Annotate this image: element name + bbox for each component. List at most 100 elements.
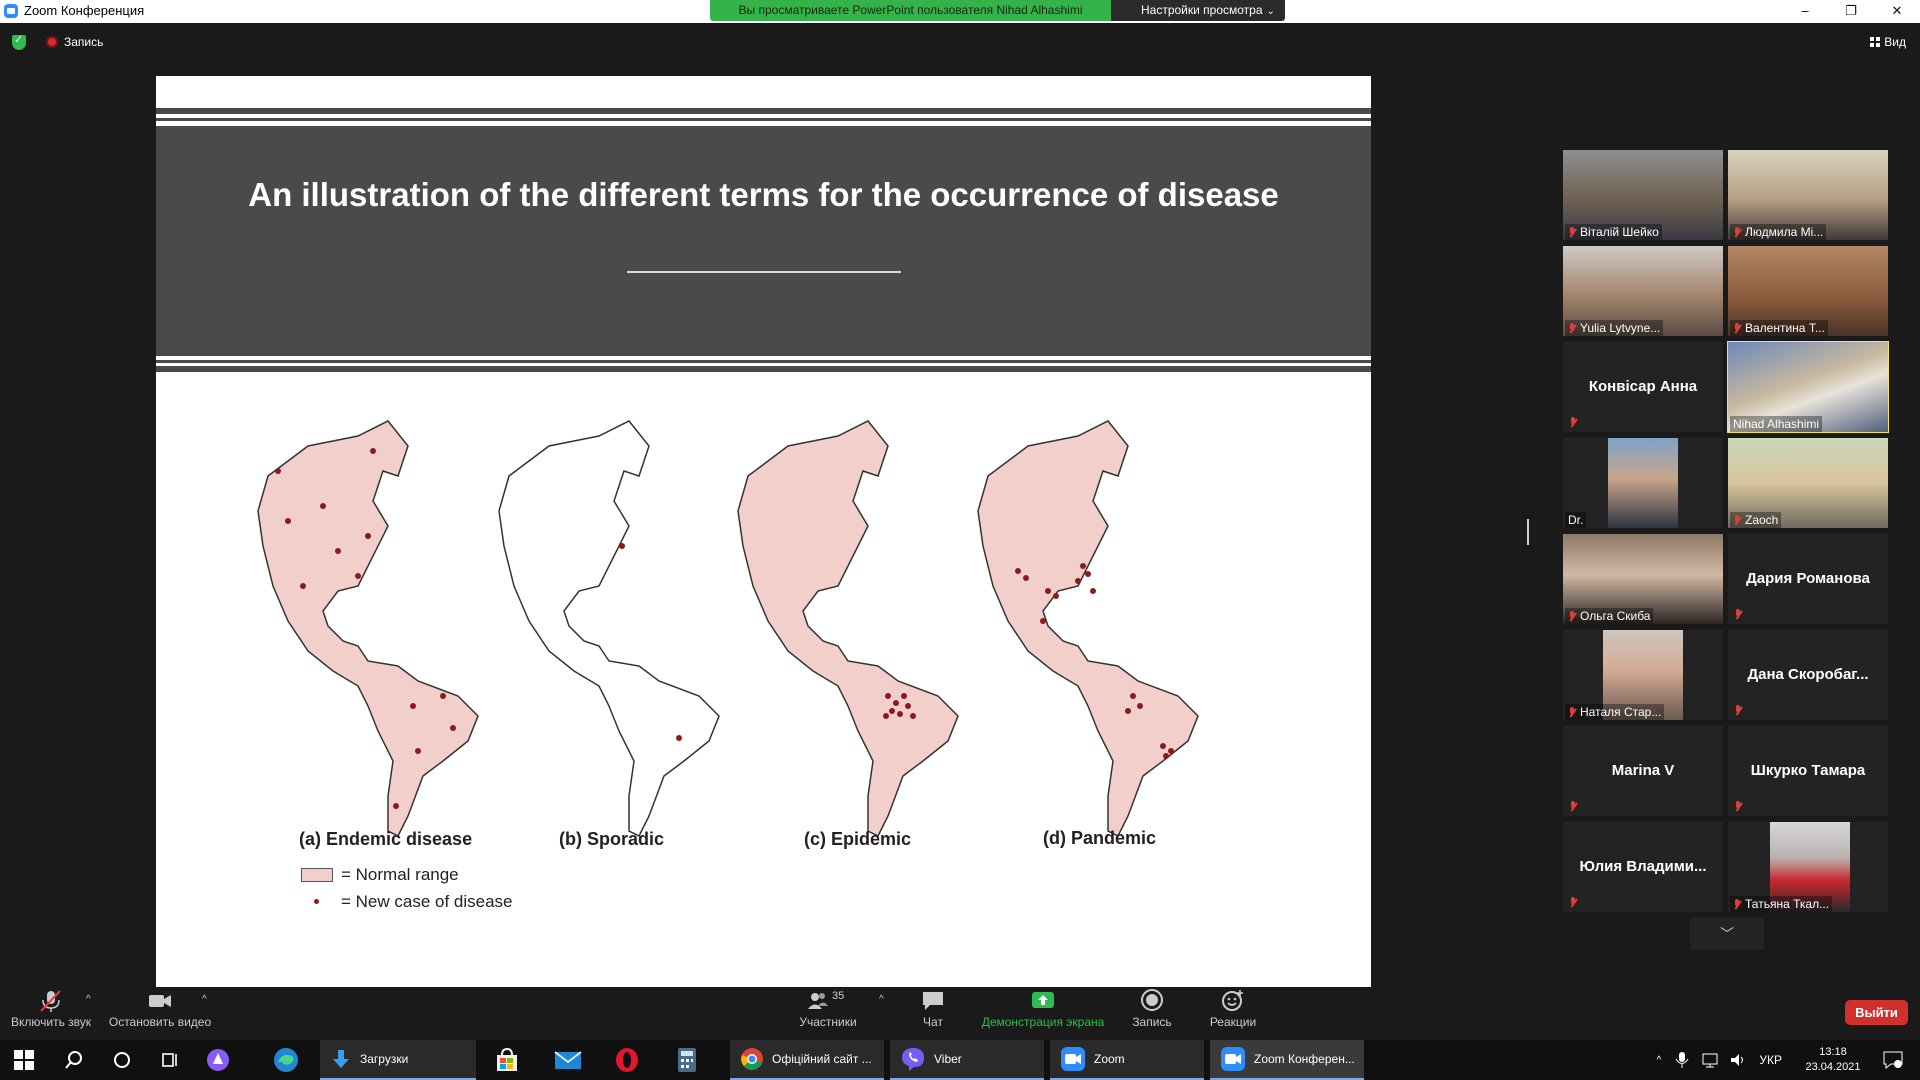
participant-name-text: Валентина Т... <box>1745 321 1825 335</box>
close-button[interactable]: ✕ <box>1874 0 1920 23</box>
maximize-button[interactable]: ❐ <box>1828 0 1874 23</box>
participant-tile[interactable]: Віталій Шейко <box>1563 150 1723 240</box>
slide-top-stripe <box>156 108 1371 114</box>
participant-tile-active-speaker[interactable]: Nihad Alhashimi <box>1727 341 1889 433</box>
store-bag-icon <box>497 1047 517 1071</box>
mic-muted-large-icon <box>38 988 64 1014</box>
participant-name-text: Татьяна Ткал... <box>1745 897 1830 911</box>
microphone-tray-icon[interactable] <box>1675 1051 1689 1069</box>
downloads-label: Загрузки <box>360 1052 409 1066</box>
window-title-bar: Zoom Конференция Вы просматриваете Power… <box>0 0 1920 23</box>
participant-tile[interactable]: Дана Скоробаг... <box>1728 630 1888 720</box>
volume-icon[interactable] <box>1729 1052 1747 1068</box>
opera-button[interactable] <box>606 1040 650 1080</box>
chat-button[interactable]: Чат <box>910 988 956 1029</box>
cortana-button[interactable] <box>100 1040 144 1080</box>
label-sporadic: (b) Sporadic <box>559 829 665 849</box>
mail-button[interactable] <box>546 1040 590 1080</box>
input-language[interactable]: УКР <box>1759 1053 1782 1067</box>
mic-muted-icon <box>1568 226 1577 238</box>
video-options-caret-icon[interactable]: ^ <box>202 994 207 1005</box>
participant-tile[interactable]: Конвісар Анна <box>1563 342 1723 432</box>
network-icon[interactable] <box>1701 1052 1719 1068</box>
start-button[interactable] <box>2 1040 46 1080</box>
participant-tile[interactable]: Дария Романова <box>1728 534 1888 624</box>
slide-mid-stripe-thick <box>156 366 1371 372</box>
mic-muted-icon <box>1733 226 1742 238</box>
edge-button[interactable] <box>264 1040 308 1080</box>
participant-name-text: Людмила Мі... <box>1745 225 1824 239</box>
chat-bubble-icon <box>920 988 946 1014</box>
calculator-button[interactable] <box>666 1040 710 1080</box>
minimize-button[interactable]: – <box>1782 0 1828 23</box>
tray-overflow-caret-icon[interactable]: ^ <box>1657 1055 1662 1066</box>
leave-meeting-button[interactable]: Выйти <box>1845 1000 1908 1025</box>
participant-name-large: Marina V <box>1611 762 1675 779</box>
download-arrow-icon <box>333 1050 349 1068</box>
app-title: Zoom Конференция <box>4 3 144 18</box>
participant-tile[interactable]: Шкурко Тамара <box>1728 726 1888 816</box>
taskbar-chrome[interactable]: Офіційний сайт ... <box>730 1040 884 1080</box>
viber-icon <box>902 1048 924 1071</box>
gallery-next-page-button[interactable]: ﹀ <box>1690 918 1764 950</box>
mic-muted-icon <box>1734 801 1743 812</box>
participant-tile[interactable]: Yulia Lytvyne... <box>1563 246 1723 336</box>
participant-tile[interactable]: Dr. <box>1563 438 1723 528</box>
participant-tile[interactable]: Юлия Владими... <box>1563 822 1723 912</box>
participant-tile[interactable]: Валентина Т... <box>1728 246 1888 336</box>
notification-center-icon[interactable] <box>1882 1050 1904 1070</box>
maps-figure: (a) Endemic disease (b) Sporadic (c) Epi… <box>156 376 1371 987</box>
participant-name-text: Dr. <box>1568 513 1584 527</box>
taskbar-zoom[interactable]: Zoom <box>1050 1040 1204 1080</box>
stop-video-button[interactable]: Остановить видео <box>108 988 212 1029</box>
purple-app-icon <box>207 1049 229 1071</box>
participant-name-large: Юлия Владими... <box>1579 858 1707 875</box>
participant-name: Наталя Стар... <box>1565 704 1665 720</box>
clock[interactable]: 13:18 23.04.2021 <box>1794 1045 1872 1075</box>
reactions-button[interactable]: Реакции <box>1206 988 1260 1029</box>
zoom-app-icon <box>1061 1047 1085 1071</box>
app-pinned-purple[interactable] <box>196 1040 240 1080</box>
chat-label: Чат <box>923 1015 943 1029</box>
participant-tile[interactable]: Zaoch <box>1728 438 1888 528</box>
viber-label: Viber <box>934 1052 962 1066</box>
view-button[interactable]: Вид <box>1870 35 1906 49</box>
participant-tile[interactable]: Людмила Мі... <box>1728 150 1888 240</box>
participant-name: Валентина Т... <box>1730 320 1828 336</box>
mic-muted-icon <box>1569 417 1578 428</box>
chrome-icon <box>741 1048 763 1070</box>
store-button[interactable] <box>486 1040 530 1080</box>
search-button[interactable] <box>52 1040 96 1080</box>
map-sporadic <box>498 420 720 837</box>
taskbar-zoom-meeting[interactable]: Zoom Конферен... <box>1210 1040 1364 1080</box>
task-view-icon <box>162 1053 177 1067</box>
slide-mid-stripe <box>156 360 1371 363</box>
taskbar-downloads[interactable]: Загрузки <box>320 1040 476 1080</box>
share-screen-label: Демонстрация экрана <box>981 1015 1105 1029</box>
taskbar-viber[interactable]: Viber <box>890 1040 1044 1080</box>
calculator-icon <box>678 1048 696 1072</box>
record-button[interactable]: Запись <box>1127 988 1177 1029</box>
legend-dot-icon <box>301 895 333 909</box>
legend-normal-range: = Normal range <box>301 865 459 885</box>
task-view-button[interactable] <box>148 1040 192 1080</box>
share-screen-button[interactable]: Демонстрация экрана <box>980 988 1106 1029</box>
audio-options-caret-icon[interactable]: ^ <box>86 994 91 1005</box>
participant-tile[interactable]: Ольга Скиба <box>1563 534 1723 624</box>
participants-button[interactable]: 35 Участники <box>795 988 861 1029</box>
participant-tile[interactable]: Наталя Стар... <box>1563 630 1723 720</box>
participant-name: Nihad Alhashimi <box>1730 416 1823 432</box>
participant-tile[interactable]: Marina V <box>1563 726 1723 816</box>
gallery-resize-handle[interactable] <box>1527 519 1529 545</box>
security-shield-icon[interactable] <box>12 33 26 50</box>
slide-header-band <box>156 126 1371 356</box>
unmute-button[interactable]: Включить звук <box>8 988 94 1029</box>
participants-caret-icon[interactable]: ^ <box>879 994 884 1005</box>
window-controls: – ❐ ✕ <box>1782 0 1920 23</box>
view-options-button[interactable]: Настройки просмотра ⌄ <box>1111 0 1285 21</box>
shared-slide: An illustration of the different terms f… <box>156 76 1371 987</box>
zoom-label: Zoom <box>1094 1052 1125 1066</box>
participant-tile[interactable]: Татьяна Ткал... <box>1728 822 1888 912</box>
map-pandemic <box>977 420 1199 837</box>
recording-indicator[interactable]: Запись <box>46 35 103 49</box>
